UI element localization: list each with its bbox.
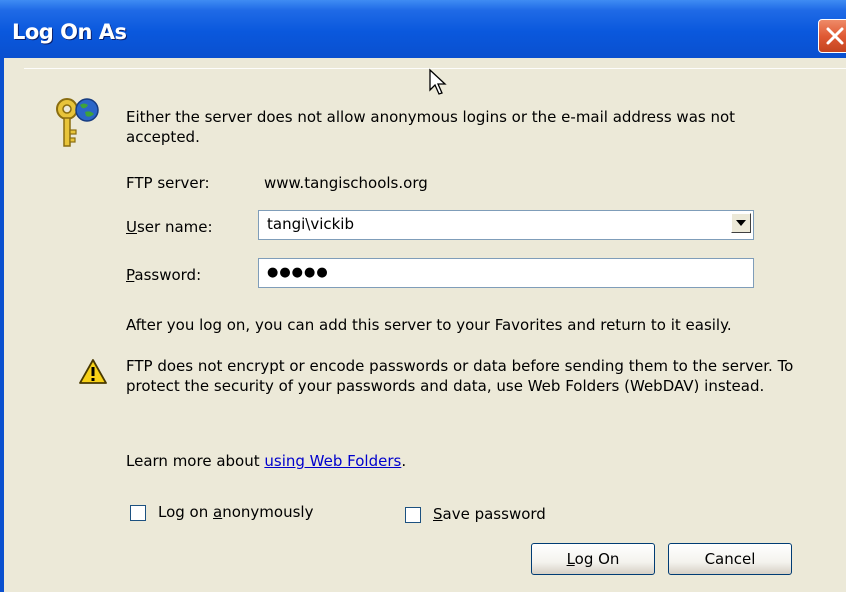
user-name-label: User name:	[126, 218, 213, 236]
chevron-down-icon	[736, 220, 746, 226]
password-value: ●●●●●	[267, 265, 329, 280]
warning-message: FTP does not encrypt or encode passwords…	[126, 357, 794, 395]
user-name-dropdown-button[interactable]	[731, 213, 751, 233]
log-on-button[interactable]: Log On	[531, 543, 655, 575]
password-label-rest: assword:	[134, 266, 202, 284]
window-title: Log On As	[12, 20, 127, 44]
anonymous-mnemonic: a	[213, 503, 223, 521]
user-name-mnemonic: U	[126, 218, 137, 236]
error-message: Either the server does not allow anonymo…	[126, 108, 736, 146]
key-globe-icon	[56, 98, 99, 147]
user-name-label-rest: ser name:	[136, 218, 213, 236]
close-icon	[826, 27, 844, 45]
cancel-button[interactable]: Cancel	[668, 543, 792, 575]
title-bar[interactable]: Log On As	[0, 0, 846, 58]
anonymous-label-pre: Log on	[158, 503, 214, 521]
anonymous-label[interactable]: Log on anonymously	[158, 503, 313, 521]
favorites-note: After you log on, you can add this serve…	[126, 316, 732, 334]
learn-more-text: Learn more about using Web Folders.	[126, 452, 406, 470]
password-field[interactable]: ●●●●●	[258, 258, 754, 288]
close-button[interactable]	[818, 19, 846, 53]
user-name-value: tangi\vickib	[267, 215, 354, 233]
log-on-mnemonic: L	[566, 550, 575, 568]
web-folders-link[interactable]: using Web Folders	[264, 452, 401, 470]
user-name-combobox[interactable]: tangi\vickib	[258, 210, 754, 240]
save-password-mnemonic: S	[433, 505, 443, 523]
save-password-checkbox[interactable]	[405, 507, 421, 523]
save-password-label-post: ave password	[442, 505, 546, 523]
password-label: Password:	[126, 266, 201, 284]
cursor-arrow-icon	[429, 68, 447, 95]
anonymous-label-post: nonymously	[222, 503, 314, 521]
learn-more-prefix: Learn more about	[126, 452, 265, 470]
anonymous-checkbox[interactable]	[130, 505, 146, 521]
learn-more-suffix: .	[401, 452, 407, 470]
ftp-server-value: www.tangischools.org	[264, 174, 428, 192]
ftp-server-label: FTP server:	[126, 174, 210, 192]
log-on-label: og On	[574, 550, 620, 568]
warning-icon	[79, 359, 107, 384]
save-password-label[interactable]: Save password	[433, 505, 546, 523]
